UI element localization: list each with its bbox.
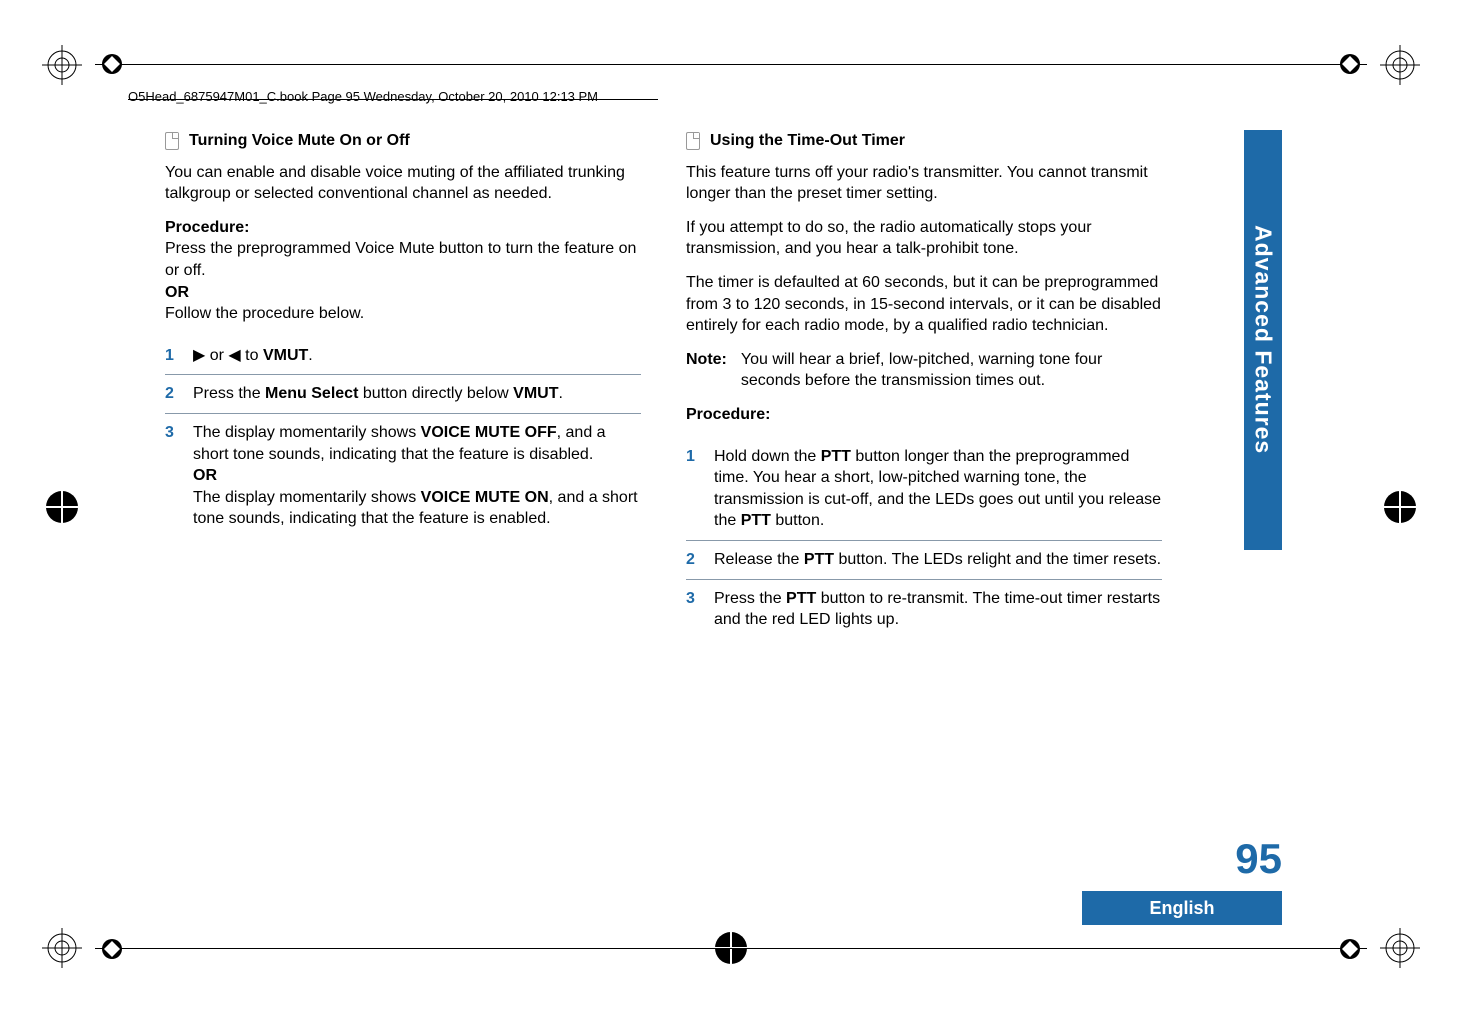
step-number: 2	[165, 383, 179, 405]
step-text: button.	[771, 512, 824, 529]
crop-arrow-icon	[100, 52, 124, 76]
step-list: 1 Hold down the PTT button longer than t…	[686, 438, 1162, 639]
registration-mark-icon	[1380, 45, 1420, 85]
button-name: PTT	[821, 448, 851, 465]
registration-mark-icon	[1380, 928, 1420, 968]
section-heading: Turning Voice Mute On or Off	[165, 130, 641, 152]
crop-arrow-icon	[1338, 52, 1362, 76]
or-label: OR	[165, 282, 641, 304]
step-text: .	[558, 385, 562, 402]
page-header: O5Head_6875947M01_C.book Page 95 Wednesd…	[128, 89, 598, 104]
or-label: OR	[193, 465, 641, 487]
step-text: Release the	[714, 551, 804, 568]
procedure-block: Procedure: Press the preprogrammed Voice…	[165, 217, 641, 325]
step-body: Press the Menu Select button directly be…	[193, 383, 641, 405]
step-number: 3	[686, 588, 700, 631]
section-heading: Using the Time-Out Timer	[686, 130, 1162, 152]
chapter-tab: Advanced Features	[1244, 130, 1282, 550]
step-row: 2 Release the PTT button. The LEDs relig…	[686, 541, 1162, 580]
button-name: PTT	[741, 512, 771, 529]
step-row: 3 The display momentarily shows VOICE MU…	[165, 414, 641, 538]
step-text: .	[308, 347, 312, 364]
crop-arrow-icon	[100, 937, 124, 961]
paragraph: This feature turns off your radio's tran…	[686, 162, 1162, 205]
right-column: Using the Time-Out Timer This feature tu…	[686, 130, 1162, 873]
step-text: button. The LEDs relight and the timer r…	[834, 551, 1161, 568]
registration-mark-icon	[42, 928, 82, 968]
step-text: Press the	[714, 590, 786, 607]
step-text: The display momentarily shows	[193, 424, 421, 441]
button-name: Menu Select	[265, 385, 358, 402]
step-text: Hold down the	[714, 448, 821, 465]
registration-mark-icon	[42, 45, 82, 85]
step-number: 1	[165, 345, 179, 367]
nav-arrows: ▶ or ◀ to	[193, 347, 263, 364]
language-footer: English	[1082, 891, 1282, 925]
step-body: Hold down the PTT button longer than the…	[714, 446, 1162, 532]
step-number: 1	[686, 446, 700, 532]
heading-text: Using the Time-Out Timer	[710, 130, 905, 152]
ui-label: VMUT	[263, 347, 308, 364]
ui-label: VMUT	[513, 385, 558, 402]
procedure-label: Procedure:	[165, 217, 641, 239]
heading-text: Turning Voice Mute On or Off	[189, 130, 410, 152]
step-body: ▶ or ◀ to VMUT.	[193, 345, 641, 367]
registration-mark-icon	[1380, 487, 1420, 527]
document-icon	[686, 132, 700, 150]
button-name: PTT	[804, 551, 834, 568]
step-number: 3	[165, 422, 179, 530]
step-list: 1 ▶ or ◀ to VMUT. 2 Press the Menu Selec…	[165, 337, 641, 538]
note-label: Note:	[686, 349, 727, 392]
document-icon	[165, 132, 179, 150]
chapter-tab-label: Advanced Features	[1250, 225, 1277, 454]
note-block: Note: You will hear a brief, low-pitched…	[686, 349, 1162, 392]
left-column: Turning Voice Mute On or Off You can ena…	[165, 130, 641, 873]
page-body: Turning Voice Mute On or Off You can ena…	[165, 130, 1162, 873]
step-row: 2 Press the Menu Select button directly …	[165, 375, 641, 414]
step-text: Press the	[193, 385, 265, 402]
step-row: 1 ▶ or ◀ to VMUT.	[165, 337, 641, 376]
procedure-text: Press the preprogrammed Voice Mute butto…	[165, 238, 641, 281]
ui-label: VOICE MUTE ON	[421, 489, 549, 506]
crop-line	[95, 64, 1367, 65]
step-row: 1 Hold down the PTT button longer than t…	[686, 438, 1162, 541]
procedure-label: Procedure:	[686, 404, 1162, 426]
paragraph: If you attempt to do so, the radio autom…	[686, 217, 1162, 260]
crop-arrow-icon	[1338, 937, 1362, 961]
step-body: The display momentarily shows VOICE MUTE…	[193, 422, 641, 530]
ui-label: VOICE MUTE OFF	[421, 424, 557, 441]
step-body: Press the PTT button to re-transmit. The…	[714, 588, 1162, 631]
intro-paragraph: You can enable and disable voice muting …	[165, 162, 641, 205]
step-text: button directly below	[358, 385, 513, 402]
step-number: 2	[686, 549, 700, 571]
step-text: The display momentarily shows	[193, 489, 421, 506]
step-body: Release the PTT button. The LEDs relight…	[714, 549, 1162, 571]
button-name: PTT	[786, 590, 816, 607]
step-row: 3 Press the PTT button to re-transmit. T…	[686, 580, 1162, 639]
registration-mark-icon	[42, 487, 82, 527]
crop-line	[95, 948, 1367, 949]
procedure-text: Follow the procedure below.	[165, 303, 641, 325]
paragraph: The timer is defaulted at 60 seconds, bu…	[686, 272, 1162, 337]
page-number: 95	[1235, 835, 1282, 883]
note-text: You will hear a brief, low-pitched, warn…	[741, 349, 1162, 392]
